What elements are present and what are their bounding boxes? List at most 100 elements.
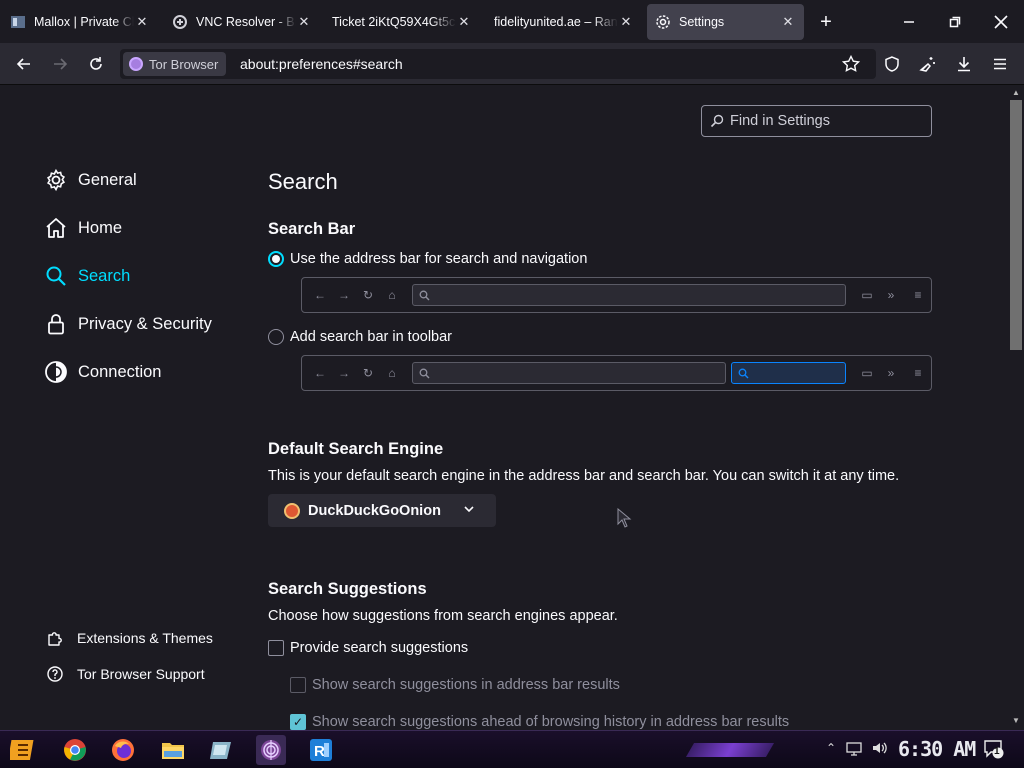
new-identity-button[interactable]	[912, 48, 944, 80]
remote-desktop-icon: R	[310, 739, 332, 761]
extensions-themes-label: Extensions & Themes	[77, 630, 213, 646]
tor-identity-button[interactable]: Tor Browser	[123, 52, 227, 76]
sidebar-item-label: Connection	[78, 362, 162, 381]
bookmark-star-button[interactable]	[840, 53, 862, 75]
search-icon	[417, 288, 431, 302]
url-text[interactable]: about:preferences#search	[240, 56, 403, 72]
tab-fidelityunited[interactable]: fidelityunited.ae – Ransom ✕	[486, 4, 642, 40]
network-icon[interactable]	[846, 740, 862, 761]
checkbox-box[interactable]	[268, 640, 284, 656]
sidebar-item-privacy[interactable]: Privacy & Security	[44, 309, 212, 339]
radio-button-checked[interactable]	[268, 251, 284, 267]
taskbar-clock[interactable]: 6:30 AM	[898, 737, 976, 761]
scroll-down-icon[interactable]: ▼	[1010, 715, 1022, 727]
address-bar-preview: ← → ↻ ⌂ ▭ » ≡	[301, 277, 932, 313]
tor-browser-support-link[interactable]: Tor Browser Support	[46, 664, 205, 684]
preview-url-field	[412, 284, 846, 306]
preview-url-field	[412, 362, 726, 384]
back-button[interactable]	[8, 48, 40, 80]
radio-use-address-bar[interactable]: Use the address bar for search and navig…	[268, 251, 587, 267]
sidebar-item-label: Home	[78, 218, 123, 237]
start-button[interactable]	[8, 735, 38, 765]
scroll-up-icon[interactable]: ▲	[1010, 87, 1022, 99]
volume-icon[interactable]	[871, 740, 889, 761]
search-icon	[44, 264, 68, 288]
new-tab-button[interactable]: +	[812, 8, 840, 36]
shield-icon	[885, 56, 899, 72]
gear-icon	[44, 168, 68, 192]
find-placeholder: Find in Settings	[730, 113, 830, 129]
scrollbar-thumb[interactable]	[1010, 100, 1022, 350]
address-bar[interactable]: Tor Browser about:preferences#search	[120, 49, 876, 79]
hamburger-menu-icon: ≡	[914, 288, 922, 302]
tor-browser-icon	[261, 740, 281, 760]
reload-button[interactable]	[80, 48, 112, 80]
tor-identity-label: Tor Browser	[149, 56, 219, 72]
minimize-button[interactable]	[886, 0, 932, 43]
app-menu-button[interactable]	[984, 48, 1016, 80]
checkbox-box[interactable]	[290, 677, 306, 693]
find-in-settings-input[interactable]: Find in Settings	[701, 105, 932, 137]
sidebar-item-connection[interactable]: Connection	[44, 357, 161, 387]
shield-button[interactable]	[876, 48, 908, 80]
forward-arrow-icon: →	[338, 366, 350, 380]
close-tab-icon[interactable]: ✕	[780, 14, 796, 30]
taskbar-tor-browser[interactable]	[256, 735, 286, 765]
suggestions-ahead-checkbox[interactable]: ✓ Show search suggestions ahead of brows…	[290, 714, 789, 730]
tab-settings[interactable]: Settings ✕	[647, 4, 804, 40]
restore-button[interactable]	[932, 0, 978, 43]
back-arrow-icon	[16, 58, 30, 70]
sidebar-item-search[interactable]: Search	[44, 261, 130, 291]
taskbar-decoration	[685, 743, 775, 757]
close-window-button[interactable]	[978, 0, 1024, 43]
tor-browser-support-label: Tor Browser Support	[77, 666, 205, 682]
taskbar-remote-app[interactable]: R	[306, 735, 336, 765]
tray-overflow-icon[interactable]: ⌃	[826, 741, 836, 755]
search-icon	[736, 366, 750, 380]
back-arrow-icon: ←	[314, 288, 326, 302]
onion-icon	[44, 360, 68, 384]
radio-add-search-bar[interactable]: Add search bar in toolbar	[268, 329, 452, 345]
checkbox-box-checked[interactable]: ✓	[290, 714, 306, 730]
duckduckgo-icon	[284, 502, 300, 519]
chrome-icon	[64, 739, 86, 761]
star-icon	[842, 55, 860, 72]
taskbar-app-window[interactable]	[206, 735, 236, 765]
tab-strip: Mallox | Private Chat ✕ VNC Resolver - B…	[0, 0, 1024, 43]
taskbar-firefox[interactable]	[108, 735, 138, 765]
sidebar-icon: ▭	[861, 366, 873, 380]
search-engine-dropdown[interactable]: DuckDuckGoOnion	[268, 494, 496, 527]
tab-title: fidelityunited.ae – Ransom	[494, 15, 618, 29]
taskbar-file-explorer[interactable]	[158, 735, 188, 765]
puzzle-icon	[46, 629, 64, 647]
start-menu-icon	[10, 740, 34, 760]
downloads-button[interactable]	[948, 48, 980, 80]
extensions-themes-link[interactable]: Extensions & Themes	[46, 628, 213, 648]
tab-ticket[interactable]: Ticket 2iKtQ59X4Gt5cO ✕	[324, 4, 480, 40]
provide-suggestions-checkbox[interactable]: Provide search suggestions	[268, 640, 468, 656]
close-tab-icon[interactable]: ✕	[456, 14, 472, 30]
notification-count: 1	[994, 746, 1000, 757]
close-tab-icon[interactable]: ✕	[618, 14, 634, 30]
minimize-icon	[904, 20, 914, 23]
sidebar-item-label: Privacy & Security	[78, 314, 212, 333]
sidebar-item-general[interactable]: General	[44, 165, 137, 195]
taskbar-chrome[interactable]	[60, 735, 90, 765]
vnc-favicon-icon	[172, 14, 188, 30]
reload-icon: ↻	[362, 288, 374, 302]
close-tab-icon[interactable]: ✕	[296, 14, 312, 30]
default-search-engine-description: This is your default search engine in th…	[268, 468, 900, 484]
forward-button[interactable]	[44, 48, 76, 80]
tab-mallox[interactable]: Mallox | Private Chat ✕	[2, 4, 158, 40]
address-bar-suggestions-checkbox[interactable]: Show search suggestions in address bar r…	[290, 677, 620, 693]
sidebar-icon: ▭	[861, 288, 873, 302]
radio-button-unchecked[interactable]	[268, 329, 284, 345]
home-icon	[44, 216, 68, 240]
sidebar-item-home[interactable]: Home	[44, 213, 122, 243]
os-taskbar: R ⌃ 6:30 AM 1	[0, 730, 1024, 768]
radio-label: Add search bar in toolbar	[290, 329, 453, 345]
tab-vnc-resolver[interactable]: VNC Resolver - Browser ✕	[164, 4, 320, 40]
close-tab-icon[interactable]: ✕	[134, 14, 150, 30]
preview-search-field	[731, 362, 846, 384]
tab-title: VNC Resolver - Browser	[196, 15, 296, 29]
